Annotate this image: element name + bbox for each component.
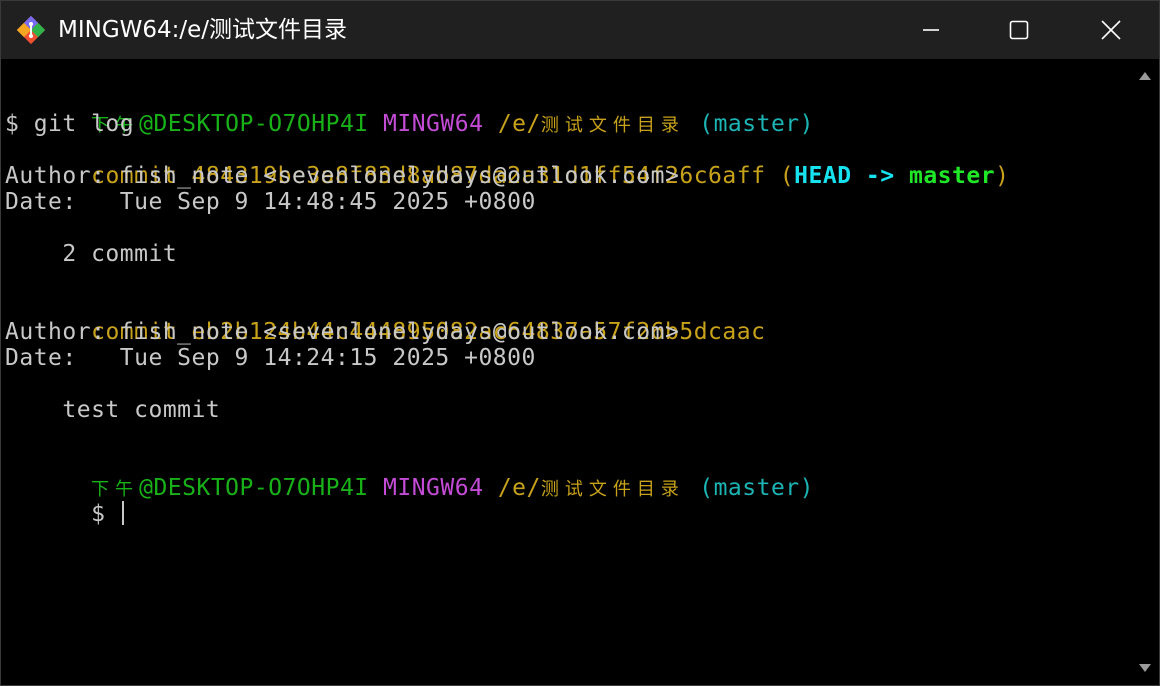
input-line[interactable]: $ bbox=[5, 475, 124, 527]
prompt-line: 下午@DESKTOP-O7OHP4I MINGW64 /e/测试文件目录 (ma… bbox=[5, 85, 814, 137]
title-bar[interactable]: MINGW64:/e/测试文件目录 bbox=[1, 1, 1159, 59]
terminal-window: MINGW64:/e/测试文件目录 下午@DESKTOP-O7OHP4I MIN… bbox=[0, 0, 1160, 686]
head-ref: HEAD bbox=[794, 163, 852, 189]
close-button[interactable] bbox=[1065, 1, 1157, 59]
minimize-button[interactable] bbox=[885, 1, 977, 59]
commit-line: commit eb2b124b44c444895082ac64837a57f26… bbox=[5, 293, 765, 345]
vertical-scrollbar[interactable] bbox=[1131, 59, 1159, 685]
prompt-branch: (master) bbox=[699, 475, 814, 501]
prompt-shell: MINGW64 bbox=[383, 111, 484, 137]
date-line: Date: Tue Sep 9 14:24:15 2025 +0800 bbox=[5, 345, 536, 371]
prompt-symbol: $ bbox=[91, 501, 120, 527]
commit-message: 2 commit bbox=[5, 241, 178, 267]
maximize-icon bbox=[1009, 20, 1029, 40]
commit-line: commit 484319be3a8f83d8ab87da2a31d1ff54f… bbox=[5, 137, 1009, 189]
prompt-host: @DESKTOP-O7OHP4I bbox=[139, 475, 369, 501]
text-cursor bbox=[121, 501, 124, 525]
branch-ref: master bbox=[908, 163, 996, 189]
author-line: Author: fish_note <sevenlonelydays@outlo… bbox=[5, 163, 680, 189]
commit-message: test commit bbox=[5, 397, 221, 423]
window-title: MINGW64:/e/测试文件目录 bbox=[58, 17, 348, 43]
prompt-host: @DESKTOP-O7OHP4I bbox=[139, 111, 369, 137]
ref-arrow: -> bbox=[865, 163, 895, 189]
scroll-up-arrow-icon[interactable] bbox=[1138, 71, 1152, 81]
prompt-branch: (master) bbox=[699, 111, 814, 137]
scroll-down-arrow-icon[interactable] bbox=[1138, 663, 1152, 673]
prompt-path-cjk: 测试文件目录 bbox=[540, 115, 685, 136]
git-icon bbox=[16, 15, 46, 45]
prompt-shell: MINGW64 bbox=[383, 475, 484, 501]
close-icon bbox=[1101, 20, 1121, 40]
prompt-path: /e/ bbox=[497, 111, 541, 137]
prompt-path-cjk: 测试文件目录 bbox=[540, 479, 685, 500]
maximize-button[interactable] bbox=[973, 1, 1065, 59]
prompt-path: /e/ bbox=[497, 475, 541, 501]
refs-open: ( bbox=[779, 163, 795, 189]
author-line: Author: fish_note <sevenlonelydays@outlo… bbox=[5, 319, 680, 345]
minimize-icon bbox=[923, 29, 939, 31]
prompt-line: 下午@DESKTOP-O7OHP4I MINGW64 /e/测试文件目录 (ma… bbox=[5, 449, 814, 501]
command-line: $ git log bbox=[5, 111, 135, 137]
date-line: Date: Tue Sep 9 14:48:45 2025 +0800 bbox=[5, 189, 536, 215]
refs-close: ) bbox=[995, 163, 1010, 189]
terminal-output[interactable]: 下午@DESKTOP-O7OHP4I MINGW64 /e/测试文件目录 (ma… bbox=[1, 59, 1131, 685]
